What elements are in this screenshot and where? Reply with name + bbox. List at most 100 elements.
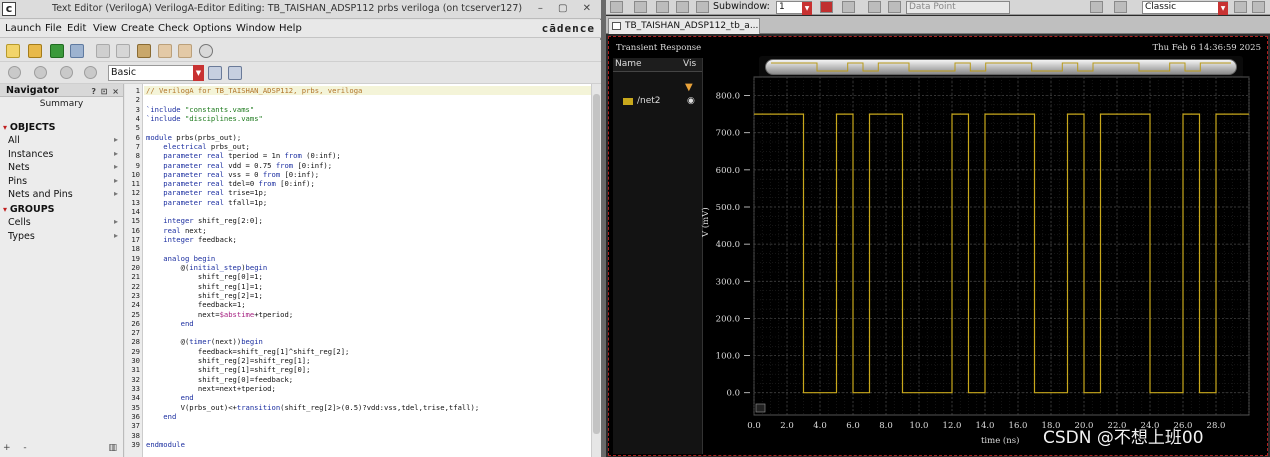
code-line[interactable]: next=next+tperiod; (146, 384, 479, 393)
nav-item-nets-and-pins[interactable]: Nets and Pins ▸ (8, 189, 120, 200)
code-line[interactable]: @(timer(next))begin (146, 337, 479, 346)
workspace-select[interactable]: Basic ▼ (108, 65, 204, 81)
menu-window[interactable]: Window (236, 23, 275, 34)
chevron-down-icon[interactable]: ▼ (1218, 2, 1228, 15)
chevron-down-icon[interactable]: ▼ (802, 2, 812, 15)
code-line[interactable]: endmodule (146, 440, 479, 449)
code-line[interactable] (146, 207, 479, 216)
code-line[interactable]: shift_reg[1]=1; (146, 282, 479, 291)
panel-controls[interactable]: ? ⊡ × (91, 85, 120, 98)
menu-edit[interactable]: Edit (67, 23, 86, 34)
scrollbar-thumb[interactable] (593, 94, 600, 434)
chevron-down-icon[interactable]: ▼ (193, 65, 204, 81)
menu-options[interactable]: Options (193, 23, 232, 34)
menu-create[interactable]: Create (121, 23, 154, 34)
undo-icon[interactable] (158, 44, 172, 58)
workspace-delete-icon[interactable] (228, 66, 242, 80)
code-line[interactable]: shift_reg[1]=shift_reg[0]; (146, 365, 479, 374)
nav-expand-icon[interactable]: ▥ (108, 443, 117, 453)
code-line[interactable]: V(prbs_out)<+transition(shift_reg[2]>(0.… (146, 403, 480, 412)
grid-icon[interactable] (696, 1, 709, 13)
menu-help[interactable]: Help (279, 23, 302, 34)
menu-check[interactable]: Check (158, 23, 189, 34)
code-line[interactable]: electrical prbs_out; (146, 142, 479, 151)
expand-axis-icon[interactable] (755, 403, 766, 413)
code-line[interactable]: end (146, 319, 479, 328)
code-line[interactable]: module prbs(prbs_out); (146, 133, 479, 142)
code-line[interactable]: parameter real trise=1p; (146, 188, 479, 197)
code-line[interactable]: shift_reg[2]=1; (146, 291, 479, 300)
code-line[interactable]: `include "disciplines.vams" (146, 114, 479, 123)
nav-item-types[interactable]: Types ▸ (8, 231, 120, 242)
nav-item-all[interactable]: All ▸ (8, 135, 120, 146)
arrow-left-icon[interactable] (868, 1, 881, 13)
workspace-save-icon[interactable] (208, 66, 222, 80)
code-line[interactable]: @(initial_step)begin (146, 263, 479, 272)
code-line[interactable]: parameter real tdel=0 from [0:inf); (146, 179, 479, 188)
restore-icon[interactable] (1234, 1, 1247, 13)
stack-icon[interactable] (656, 1, 669, 13)
tab-waveform[interactable]: TB_TAISHAN_ADSP112_tb_a... (608, 18, 760, 34)
section-groups[interactable]: GROUPS (3, 204, 55, 215)
code-line[interactable] (146, 421, 479, 430)
code-line[interactable] (146, 244, 479, 253)
nav-add-remove[interactable]: + - (3, 443, 32, 453)
check-save-icon[interactable] (50, 44, 64, 58)
code-line[interactable]: feedback=shift_reg[1]^shift_reg[2]; (146, 347, 479, 356)
marker-icon[interactable] (842, 1, 855, 13)
code-line[interactable]: end (146, 393, 479, 402)
arrow-right-icon[interactable] (888, 1, 901, 13)
copy-icon[interactable] (116, 44, 130, 58)
palette-icon[interactable] (634, 1, 647, 13)
code-line[interactable]: `include "constants.vams" (146, 105, 479, 114)
paste-icon[interactable] (137, 44, 151, 58)
code-line[interactable]: shift_reg[2]=shift_reg[1]; (146, 356, 479, 365)
nav-item-cells[interactable]: Cells ▸ (8, 217, 120, 228)
code-line[interactable]: real next; (146, 226, 479, 235)
hierarchy-icon[interactable] (84, 66, 97, 79)
code-editor[interactable]: 1 2 3 4 5 6 7 8 9 10 11 12 13 14 15 16 17 18 19 20 21 22 23 24 2… (125, 84, 601, 457)
pencil-icon[interactable] (610, 1, 623, 13)
chart-icon[interactable] (1114, 1, 1127, 13)
menu-launch[interactable]: Launch (5, 23, 41, 34)
code-line[interactable]: parameter real tperiod = 1n from (0:inf)… (146, 151, 479, 160)
menu-file[interactable]: File (45, 23, 62, 34)
stop-icon[interactable] (8, 66, 21, 79)
code-line[interactable] (146, 328, 479, 337)
window-controls[interactable]: – ▢ ✕ (538, 3, 597, 14)
code-line[interactable]: parameter real vss = 0 from [0:inf); (146, 170, 479, 179)
cut-icon[interactable] (96, 44, 110, 58)
code-line[interactable]: parameter real tfall=1p; (146, 198, 479, 207)
code-line[interactable]: end (146, 412, 479, 421)
code-line[interactable]: analog begin (146, 254, 479, 263)
new-file-icon[interactable] (6, 44, 20, 58)
style-select[interactable]: Classic ▼ (1142, 1, 1228, 15)
code-line[interactable]: shift_reg[0]=feedback; (146, 375, 479, 384)
nav-item-pins[interactable]: Pins ▸ (8, 176, 120, 187)
nav-item-instances[interactable]: Instances ▸ (8, 149, 120, 160)
section-objects[interactable]: OBJECTS (3, 122, 56, 133)
redo-icon[interactable] (178, 44, 192, 58)
code-line[interactable]: shift_reg[0]=1; (146, 272, 479, 281)
save-icon[interactable] (70, 44, 84, 58)
navigator-summary[interactable]: Summary (0, 99, 123, 109)
code-line[interactable]: parameter real vdd = 0.75 from [0:inf); (146, 161, 479, 170)
flag-icon[interactable] (820, 1, 833, 13)
code-line[interactable]: // VerilogA for TB_TAISHAN_ADSP112, prbs… (146, 86, 479, 95)
stop-icon[interactable] (34, 66, 47, 79)
code-line[interactable]: feedback=1; (146, 300, 479, 309)
search-icon[interactable] (199, 44, 213, 58)
subwindow-select[interactable]: 1 ▼ (776, 1, 812, 15)
close-icon[interactable] (1252, 1, 1265, 13)
nav-item-nets[interactable]: Nets ▸ (8, 162, 120, 173)
code-line[interactable]: integer shift_reg[2:0]; (146, 216, 479, 225)
split-icon[interactable] (676, 1, 689, 13)
open-folder-icon[interactable] (28, 44, 42, 58)
code-line[interactable] (146, 123, 479, 132)
code-line[interactable]: integer feedback; (146, 235, 479, 244)
marker-type-select[interactable]: Data Point (906, 1, 1010, 14)
code-line[interactable] (146, 95, 479, 104)
vertical-scrollbar[interactable] (591, 84, 601, 457)
stop-icon[interactable] (60, 66, 73, 79)
code-text[interactable]: // VerilogA for TB_TAISHAN_ADSP112, prbs… (146, 86, 479, 449)
